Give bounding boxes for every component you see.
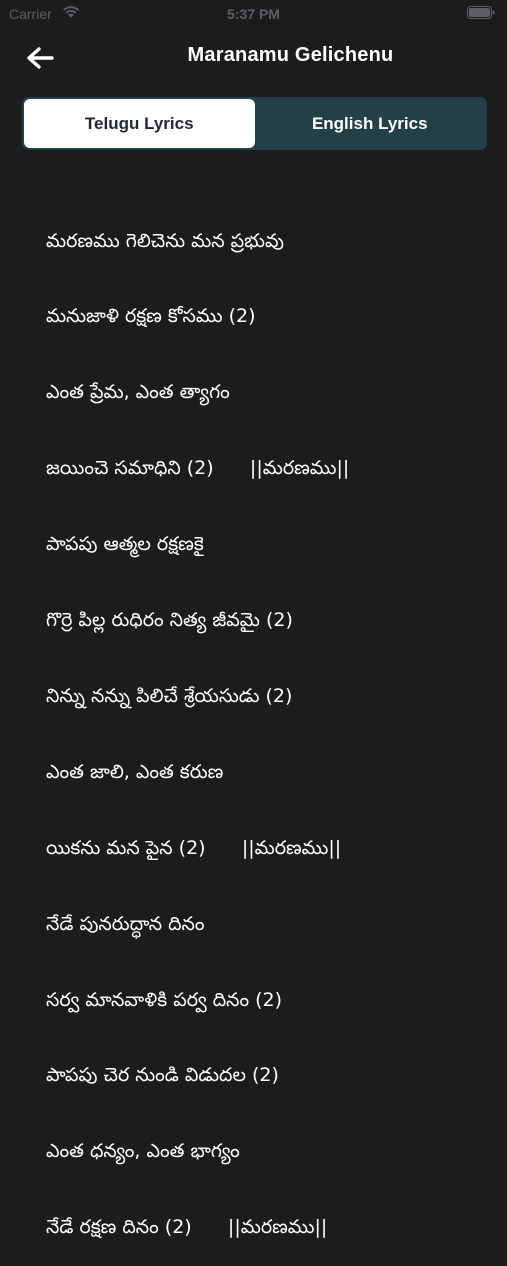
- lyrics-text: మరణము గెలిచెను మన ప్రభువు మనుజాళి రక్షణ …: [46, 178, 486, 1266]
- lyric-line: నేడే పునరుద్ధాన దినం: [46, 912, 205, 935]
- lyric-line: ఎంత జాలి, ఎంత కరుణ: [46, 760, 224, 783]
- lyric-line: పాపపు ఆత్మల రక్షణకై: [46, 533, 204, 556]
- lyric-line: ఎంత ధన్యం, ఎంత భాగ్యం: [46, 1140, 240, 1163]
- lyric-line: యికను మన పైన (2) ||మరణము||: [46, 836, 342, 859]
- lyric-line: జయించె సమాధిని (2) ||మరణము||: [46, 457, 350, 480]
- navigation-bar: Maranamu Gelichenu: [0, 30, 507, 86]
- lyric-line: నిన్ను నన్ను పిలిచే శ్రేయసుడు (2): [46, 684, 293, 707]
- status-time: 5:37 PM: [227, 6, 280, 22]
- tab-english-lyrics[interactable]: English Lyrics: [255, 99, 486, 148]
- lyric-line: మరణము గెలిచెను మన ప్రభువు: [46, 229, 284, 252]
- page-title: Maranamu Gelichenu: [187, 44, 394, 66]
- tab-telugu-lyrics[interactable]: Telugu Lyrics: [24, 99, 255, 148]
- lyric-line: పాపపు చెర నుండి విడుదల (2): [46, 1064, 279, 1087]
- lyrics-language-segmented-control: Telugu Lyrics English Lyrics: [22, 97, 487, 150]
- lyric-line: నేడే రక్షణ దినం (2) ||మరణము||: [46, 1216, 328, 1239]
- lyric-line: గొర్రె పిల్ల రుధిరం నిత్య జీవమై (2): [46, 609, 293, 632]
- battery-icon: [467, 6, 495, 19]
- lyric-line: ఎంత ప్రేమ, ఎంత త్యాగం: [46, 381, 230, 404]
- lyric-line: మనుజాళి రక్షణ కోసము (2): [46, 305, 256, 328]
- status-bar: Carrier 5:37 PM: [0, 0, 507, 28]
- lyric-line: సర్వ మానవాళికి పర్వ దినం (2): [46, 988, 283, 1011]
